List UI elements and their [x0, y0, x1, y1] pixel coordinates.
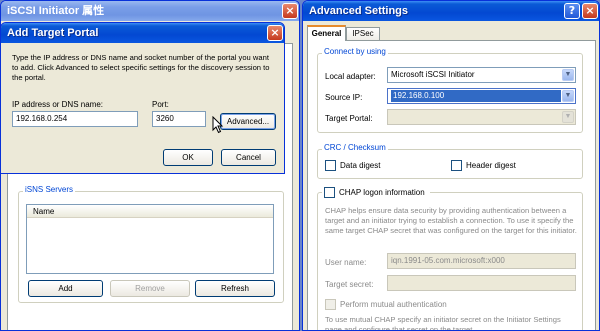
advanced-settings-titlebar[interactable]: Advanced Settings: [303, 1, 599, 21]
advanced-button[interactable]: Advanced...: [220, 113, 276, 130]
isns-remove-button[interactable]: Remove: [110, 280, 190, 297]
port-label: Port:: [152, 100, 169, 109]
isns-add-label: Add: [58, 284, 73, 293]
user-name-label: User name:: [325, 258, 367, 267]
advanced-settings-window: Advanced Settings ? × General IPSec Conn…: [302, 0, 600, 331]
advanced-settings-title: Advanced Settings: [309, 5, 409, 17]
advanced-help-button[interactable]: ?: [564, 3, 580, 19]
add-portal-cancel-button[interactable]: Cancel: [221, 149, 276, 166]
isns-list-header[interactable]: Name: [27, 205, 273, 218]
ip-address-value: 192.168.0.254: [16, 114, 68, 123]
chevron-down-icon[interactable]: ▼: [562, 111, 574, 123]
add-target-portal-dialog: Add Target Portal × Type the IP address …: [0, 22, 285, 174]
chap-label: CHAP logon information: [339, 188, 425, 197]
add-portal-ok-label: OK: [182, 153, 194, 162]
target-portal-label: Target Portal:: [325, 114, 373, 123]
local-adapter-label: Local adapter:: [325, 72, 376, 81]
port-input[interactable]: 3260: [152, 111, 206, 127]
isns-add-button[interactable]: Add: [28, 280, 103, 297]
crc-group-title: CRC / Checksum: [322, 143, 388, 152]
connect-group-title: Connect by using: [322, 47, 388, 56]
chap-checkbox[interactable]: [324, 187, 335, 198]
initiator-close-button[interactable]: ×: [282, 3, 298, 19]
user-name-value: iqn.1991-05.com.microsoft:x000: [391, 256, 505, 265]
port-value: 3260: [156, 114, 174, 123]
tab-general-label: General: [311, 29, 342, 38]
advanced-close-button[interactable]: ×: [582, 3, 598, 19]
close-icon: ×: [585, 4, 595, 17]
chevron-down-icon[interactable]: ▼: [562, 69, 574, 81]
initiator-window-titlebar[interactable]: iSCSI Initiator 属性: [1, 1, 299, 21]
ip-address-input[interactable]: 192.168.0.254: [12, 111, 138, 127]
target-secret-input[interactable]: [387, 275, 576, 291]
isns-list-header-name: Name: [33, 207, 55, 216]
source-ip-value: 192.168.0.100: [391, 90, 561, 102]
tab-ipsec-label: IPSec: [352, 29, 374, 38]
data-digest-checkbox[interactable]: [325, 160, 336, 171]
data-digest-label: Data digest: [340, 161, 381, 170]
source-ip-select[interactable]: 192.168.0.100 ▼: [387, 88, 576, 104]
local-adapter-select[interactable]: Microsoft iSCSI Initiator ▼: [387, 67, 576, 83]
isns-servers-group-title: iSNS Servers: [23, 185, 76, 194]
add-portal-ok-button[interactable]: OK: [163, 149, 213, 166]
mutual-help-text: To use mutual CHAP specify an initiator …: [325, 315, 561, 331]
header-digest-label: Header digest: [466, 161, 516, 170]
add-target-portal-titlebar[interactable]: Add Target Portal: [1, 23, 284, 43]
local-adapter-value: Microsoft iSCSI Initiator: [391, 70, 475, 79]
add-portal-cancel-label: Cancel: [236, 153, 261, 162]
advanced-button-label: Advanced...: [226, 117, 270, 126]
initiator-window-title: iSCSI Initiator 属性: [7, 5, 105, 17]
isns-refresh-label: Refresh: [220, 284, 249, 293]
isns-servers-list[interactable]: Name: [26, 204, 274, 274]
chap-help-text: CHAP helps ensure data security by provi…: [325, 206, 577, 235]
ip-address-label: IP address or DNS name:: [12, 100, 104, 109]
add-portal-close-button[interactable]: ×: [267, 25, 283, 41]
mouse-pointer-icon: [212, 116, 224, 134]
header-digest-checkbox[interactable]: [451, 160, 462, 171]
target-secret-label: Target secret:: [325, 280, 374, 289]
add-target-portal-title: Add Target Portal: [7, 27, 99, 39]
tab-general[interactable]: General: [307, 25, 346, 41]
source-ip-label: Source IP:: [325, 93, 363, 102]
isns-refresh-button[interactable]: Refresh: [195, 280, 275, 297]
chevron-down-icon[interactable]: ▼: [562, 90, 574, 102]
help-icon: ?: [568, 4, 576, 17]
chap-checkbox-row[interactable]: CHAP logon information: [322, 186, 430, 199]
mutual-auth-label: Perform mutual authentication: [340, 300, 447, 309]
tab-ipsec[interactable]: IPSec: [346, 27, 380, 41]
add-portal-instructions: Type the IP address or DNS name and sock…: [12, 53, 270, 82]
isns-remove-label: Remove: [135, 284, 165, 293]
target-portal-select[interactable]: ▼: [387, 109, 576, 125]
user-name-input[interactable]: iqn.1991-05.com.microsoft:x000: [387, 253, 576, 269]
mutual-auth-checkbox[interactable]: [325, 299, 336, 310]
